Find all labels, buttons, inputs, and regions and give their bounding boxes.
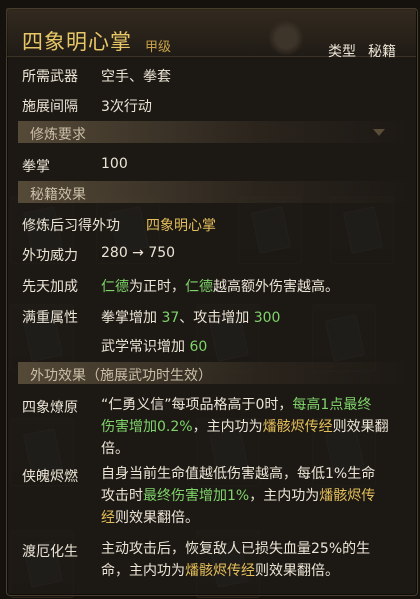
section-training-title: 修炼要求	[30, 127, 86, 143]
sixiang-line-3: 倍。	[101, 441, 129, 457]
type-label: 类型	[328, 44, 356, 60]
sixiang-line-2: 伤害增加0.2%，主内功为燔骸烬传经则效果翻	[101, 416, 413, 438]
bonus-text: 仁德为正时，仁德越高额外伤害越高。	[101, 276, 339, 296]
sixiang-highlight: 每高1点最终	[292, 397, 372, 413]
duer-line-2: 命，主内功为燔骸烬传经则效果翻倍。	[101, 560, 413, 582]
section-effects-title: 秘籍效果	[30, 187, 86, 203]
duer-line-1: 主动攻击后，恢复敌人已损失血量25%的生	[101, 541, 371, 557]
duer-neigong: 燔骸烬传经	[185, 563, 255, 579]
avatar-icon	[268, 20, 304, 56]
full-attack-text: 、攻击增加	[179, 310, 254, 326]
bonus-label: 先天加成	[22, 279, 78, 295]
bonus-virtue-2: 仁德	[185, 279, 213, 295]
sixiang-desc: “仁勇义信”每项品格高于0时，每高1点最终 伤害增加0.2%，主内功为燔骸烬传经…	[101, 394, 413, 460]
full-fist-value: 37	[161, 310, 180, 326]
skill-grade: 甲级	[145, 40, 172, 55]
sixiang-neigong: 燔骸烬传经	[262, 419, 333, 435]
xiapo-text: 攻击时	[101, 488, 143, 504]
section-training: 修炼要求	[18, 121, 412, 143]
sixiang-highlight: 伤害增加0.2%	[101, 419, 193, 435]
weapon-value: 空手、拳套	[101, 69, 171, 85]
tooltip-header: 四象明心掌 甲级 类型 秘籍	[6, 8, 416, 60]
fist-value: 100	[101, 156, 128, 172]
bonus-virtue-1: 仁德	[101, 279, 129, 295]
xiapo-label: 侠魄烬燃	[22, 469, 78, 485]
xiapo-highlight: 最终伤害增加1%	[143, 488, 250, 504]
full-label: 满重属性	[22, 310, 78, 326]
power-label: 外功威力	[22, 248, 78, 264]
xiapo-text: ，主内功为	[249, 488, 320, 504]
sixiang-text: ，主内功为	[192, 419, 263, 435]
xiapo-neigong: 燔骸烬传	[319, 488, 376, 504]
duer-text: 则效果翻倍。	[255, 563, 339, 579]
xiapo-neigong: 经	[101, 510, 115, 526]
sixiang-text: 则效果翻	[332, 419, 389, 435]
bonus-text-2: 越高额外伤害越高。	[213, 279, 339, 295]
weapon-label: 所需武器	[22, 69, 78, 85]
full-attack-value: 300	[253, 310, 281, 326]
bonus-text-1: 为正时，	[129, 279, 185, 295]
full-fist-text: 拳掌增加	[101, 310, 162, 326]
full-knowledge-value: 60	[189, 339, 208, 355]
interval-label: 施展间隔	[22, 99, 78, 115]
xiapo-text: 则效果翻倍。	[115, 510, 199, 526]
xiapo-desc: 自身当前生命值越低伤害越高，每低1%生命 攻击时最终伤害增加1%，主内功为燔骸烬…	[101, 463, 413, 529]
power-value: 280 → 750	[101, 245, 176, 261]
full-knowledge-text: 武学常识增加	[101, 339, 190, 355]
chevron-down-icon	[373, 129, 385, 136]
sixiang-label: 四象燎原	[22, 400, 78, 416]
learn-value: 四象明心掌	[146, 218, 216, 234]
section-external-title: 外功效果（施展武功时生效）	[30, 368, 212, 384]
interval-value: 3次行动	[101, 99, 152, 115]
section-external: 外功效果（施展武功时生效）	[18, 362, 412, 384]
skill-title: 四象明心掌	[22, 30, 132, 54]
duer-label: 渡厄化生	[22, 544, 78, 560]
xiapo-line-3: 经则效果翻倍。	[101, 507, 413, 529]
section-effects: 秘籍效果	[18, 181, 412, 203]
sixiang-line-1: “仁勇义信”每项品格高于0时，每高1点最终	[101, 394, 413, 416]
full-line-1: 拳掌增加 37、攻击增加 300	[101, 307, 280, 327]
type-value: 秘籍	[368, 44, 396, 60]
learn-label: 修炼后习得外功	[22, 218, 120, 234]
sixiang-text: “仁勇义信”每项品格高于0时，	[101, 397, 293, 413]
fist-label: 拳掌	[22, 159, 50, 175]
duer-text: 命，主内功为	[101, 563, 185, 579]
xiapo-line-1: 自身当前生命值越低伤害越高，每低1%生命	[101, 466, 376, 482]
duer-desc: 主动攻击后，恢复敌人已损失血量25%的生 命，主内功为燔骸烬传经则效果翻倍。	[101, 538, 413, 582]
full-line-2: 武学常识增加 60	[101, 336, 207, 356]
xiapo-line-2: 攻击时最终伤害增加1%，主内功为燔骸烬传	[101, 485, 413, 507]
